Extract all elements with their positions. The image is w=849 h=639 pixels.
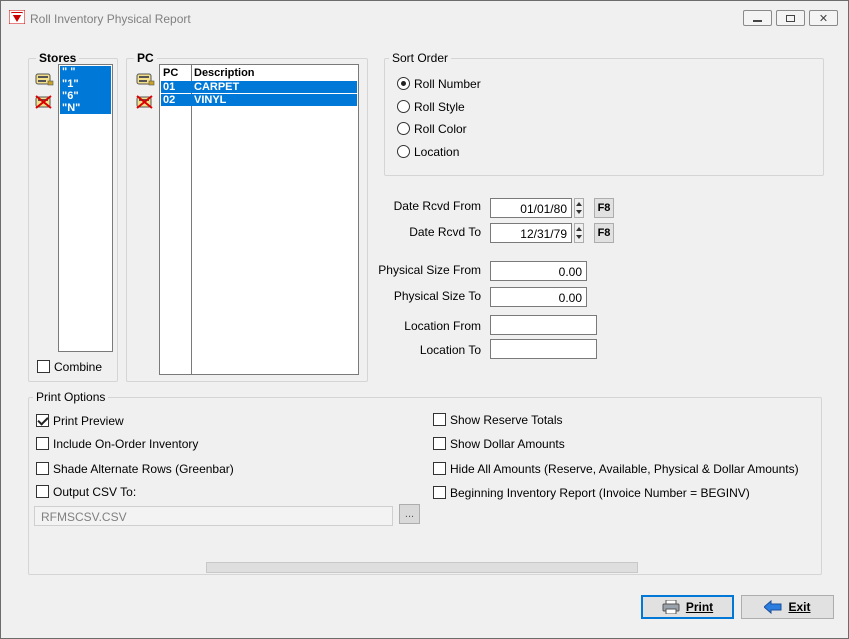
sort-roll-number-label: Roll Number bbox=[414, 77, 481, 91]
include-on-order-label: Include On-Order Inventory bbox=[53, 437, 199, 451]
date-to-spinner[interactable] bbox=[574, 223, 584, 243]
hide-all-amounts-label: Hide All Amounts (Reserve, Available, Ph… bbox=[450, 462, 799, 476]
window-title: Roll Inventory Physical Report bbox=[30, 12, 191, 26]
printer-icon bbox=[662, 600, 680, 614]
size-to-field[interactable]: 0.00 bbox=[490, 287, 587, 307]
location-from-field[interactable] bbox=[490, 315, 597, 335]
pc-code-cell: 01 bbox=[163, 81, 176, 93]
exit-button-label: Exit bbox=[788, 600, 811, 614]
pc-code-cell: 02 bbox=[163, 94, 176, 106]
maximize-button[interactable] bbox=[776, 10, 805, 26]
sort-order-label: Sort Order bbox=[389, 51, 452, 65]
location-from-label: Location From bbox=[404, 319, 481, 333]
sort-roll-style-label: Roll Style bbox=[414, 100, 465, 114]
stores-label: Stores bbox=[36, 51, 80, 65]
store-item[interactable]: "N" bbox=[60, 102, 111, 114]
sort-location-radio[interactable] bbox=[397, 145, 410, 158]
show-dollar-checkbox[interactable] bbox=[433, 437, 446, 450]
table-row[interactable]: 02 VINYL bbox=[161, 94, 357, 106]
output-csv-checkbox[interactable] bbox=[36, 485, 49, 498]
horizontal-scrollbar[interactable] bbox=[206, 562, 638, 573]
date-to-f8-button[interactable]: F8 bbox=[594, 223, 614, 243]
sort-roll-color-radio[interactable] bbox=[397, 122, 410, 135]
pc-enabled-icon bbox=[136, 73, 155, 86]
restore-icon bbox=[786, 14, 795, 22]
stores-list[interactable]: " " "1" "6" "N" bbox=[58, 64, 113, 352]
show-reserve-label: Show Reserve Totals bbox=[450, 413, 563, 427]
shade-rows-checkbox[interactable] bbox=[36, 462, 49, 475]
date-to-label: Date Rcvd To bbox=[409, 225, 481, 239]
description-column-header: Description bbox=[194, 67, 255, 79]
location-to-field[interactable] bbox=[490, 339, 597, 359]
close-icon: ✕ bbox=[818, 12, 829, 25]
print-button[interactable]: Print bbox=[641, 595, 734, 619]
size-to-label: Physical Size To bbox=[393, 289, 481, 303]
store-enabled-icon bbox=[35, 73, 54, 86]
location-to-label: Location To bbox=[419, 343, 481, 357]
pc-desc-cell: VINYL bbox=[194, 94, 227, 106]
close-button[interactable]: ✕ bbox=[809, 10, 838, 26]
date-from-spinner[interactable] bbox=[574, 198, 584, 218]
minimize-icon bbox=[753, 20, 762, 22]
arrow-left-icon bbox=[764, 600, 782, 614]
date-from-f8-button[interactable]: F8 bbox=[594, 198, 614, 218]
pc-disabled-icon bbox=[136, 95, 153, 109]
pc-label: PC bbox=[134, 51, 157, 65]
pc-list[interactable]: PC Description 01 CARPET 02 VINYL bbox=[159, 64, 359, 375]
pc-desc-cell: CARPET bbox=[194, 81, 240, 93]
show-dollar-label: Show Dollar Amounts bbox=[450, 437, 565, 451]
pc-column-header: PC bbox=[163, 67, 179, 79]
store-item[interactable]: " " bbox=[60, 66, 111, 78]
print-button-label: Print bbox=[685, 600, 714, 614]
sort-roll-number-radio[interactable] bbox=[397, 77, 410, 90]
print-options-label: Print Options bbox=[33, 390, 109, 404]
combine-checkbox[interactable] bbox=[37, 360, 50, 373]
size-from-field[interactable]: 0.00 bbox=[490, 261, 587, 281]
date-from-label: Date Rcvd From bbox=[393, 199, 481, 213]
exit-button[interactable]: Exit bbox=[741, 595, 834, 619]
csv-path-field[interactable]: RFMSCSV.CSV bbox=[34, 506, 393, 526]
shade-rows-label: Shade Alternate Rows (Greenbar) bbox=[53, 462, 234, 476]
sort-roll-style-radio[interactable] bbox=[397, 100, 410, 113]
app-logo-icon bbox=[9, 10, 25, 24]
table-row[interactable]: 01 CARPET bbox=[161, 81, 357, 93]
store-item[interactable]: "6" bbox=[60, 90, 111, 102]
date-to-field[interactable]: 12/31/79 bbox=[490, 223, 572, 243]
size-from-label: Physical Size From bbox=[378, 263, 481, 277]
sort-roll-color-label: Roll Color bbox=[414, 122, 467, 136]
include-on-order-checkbox[interactable] bbox=[36, 437, 49, 450]
title-bar: Roll Inventory Physical Report ✕ bbox=[1, 1, 848, 34]
show-reserve-checkbox[interactable] bbox=[433, 413, 446, 426]
date-from-field[interactable]: 01/01/80 bbox=[490, 198, 572, 218]
csv-browse-button[interactable]: ... bbox=[399, 504, 420, 524]
report-window: Roll Inventory Physical Report ✕ Stores … bbox=[0, 0, 849, 639]
beginning-inventory-label: Beginning Inventory Report (Invoice Numb… bbox=[450, 486, 750, 500]
combine-label: Combine bbox=[54, 360, 103, 374]
store-item[interactable]: "1" bbox=[60, 78, 111, 90]
minimize-button[interactable] bbox=[743, 10, 772, 26]
print-preview-checkbox[interactable] bbox=[36, 414, 49, 427]
pc-column-divider bbox=[191, 65, 192, 374]
output-csv-label: Output CSV To: bbox=[53, 485, 137, 499]
sort-location-label: Location bbox=[414, 145, 460, 159]
print-preview-label: Print Preview bbox=[53, 414, 124, 428]
store-disabled-icon bbox=[35, 95, 52, 109]
hide-all-amounts-checkbox[interactable] bbox=[433, 462, 446, 475]
beginning-inventory-checkbox[interactable] bbox=[433, 486, 446, 499]
